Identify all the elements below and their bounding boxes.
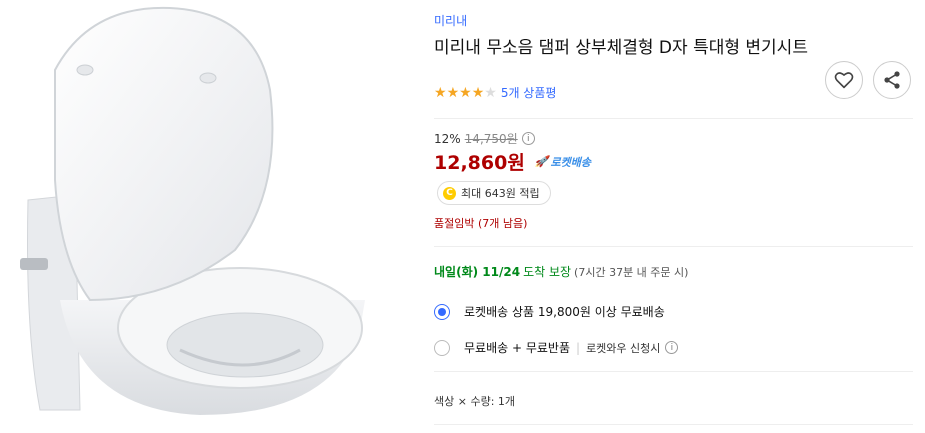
star-icon: ★ xyxy=(484,84,497,101)
stock-status: 품절임박 (7개 남음) xyxy=(434,217,528,230)
delivery-note: (7시간 37분 내 주문 시) xyxy=(574,265,689,279)
info-icon[interactable]: i xyxy=(521,132,535,145)
rocket-icon: 🚀 xyxy=(534,155,549,168)
product-title: 미리내 무소음 댐퍼 상부체결형 D자 특대형 변기시트 xyxy=(434,38,808,58)
shipping-option-label: 로켓배송 상품 19,800원 이상 무료배송 xyxy=(464,305,665,319)
star-icon: ★ xyxy=(459,84,472,101)
shipping-option-rocket[interactable]: 로켓배송 상품 19,800원 이상 무료배송 xyxy=(434,303,665,320)
shipping-option-label: 무료배송 + 무료반품 xyxy=(464,341,571,355)
info-icon[interactable]: i xyxy=(665,341,679,354)
share-icon xyxy=(884,71,900,89)
reward-points: C 최대 643원 적립 xyxy=(437,181,551,205)
original-price: 14,750원 xyxy=(464,132,518,146)
star-icon: ★ xyxy=(471,84,485,101)
sale-price-row: 12,860원 🚀 로켓배송 xyxy=(434,148,591,175)
original-price-row: 12% 14,750원 i xyxy=(434,130,535,147)
discount-rate: 12% xyxy=(434,131,461,146)
divider xyxy=(434,371,913,372)
brand-link[interactable]: 미리내 xyxy=(434,12,467,29)
product-info: 미리내 미리내 무소음 댐퍼 상부체결형 D자 특대형 변기시트 ★ ★ ★ ★… xyxy=(434,0,914,433)
delivery-date: 내일(화) 11/24 xyxy=(434,265,521,279)
radio-unselected[interactable] xyxy=(434,339,450,356)
option-summary: 색상 × 수량: 1개 xyxy=(434,395,516,408)
divider xyxy=(434,246,913,247)
wishlist-button[interactable] xyxy=(825,61,863,99)
star-rating: ★ ★ ★ ★ ★ xyxy=(434,86,497,100)
divider xyxy=(434,424,913,425)
shipping-option-free[interactable]: 무료배송 + 무료반품 | 로켓와우 신청시 i xyxy=(434,339,679,356)
divider xyxy=(434,118,913,119)
delivery-info: 내일(화) 11/24 도착 보장 (7시간 37분 내 주문 시) xyxy=(434,263,688,280)
coin-icon: C xyxy=(443,186,456,200)
reward-points-text: 최대 643원 적립 xyxy=(461,187,540,200)
shipping-option-sub: 로켓와우 신청시 xyxy=(586,341,661,355)
rocket-badge: 🚀 로켓배송 xyxy=(535,154,591,170)
separator: | xyxy=(576,340,581,355)
rating[interactable]: ★ ★ ★ ★ ★ 5개 상품평 xyxy=(434,84,556,101)
share-button[interactable] xyxy=(873,61,911,99)
heart-icon xyxy=(834,72,854,89)
sale-price: 12,860원 xyxy=(434,152,525,174)
rocket-badge-label: 로켓배송 xyxy=(550,155,591,169)
product-image[interactable] xyxy=(0,0,410,433)
radio-selected[interactable] xyxy=(434,303,450,320)
star-icon: ★ xyxy=(446,84,460,101)
star-icon: ★ xyxy=(434,84,447,101)
delivery-guarantee: 도착 보장 xyxy=(523,265,572,279)
review-count-link[interactable]: 5개 상품평 xyxy=(501,84,557,101)
